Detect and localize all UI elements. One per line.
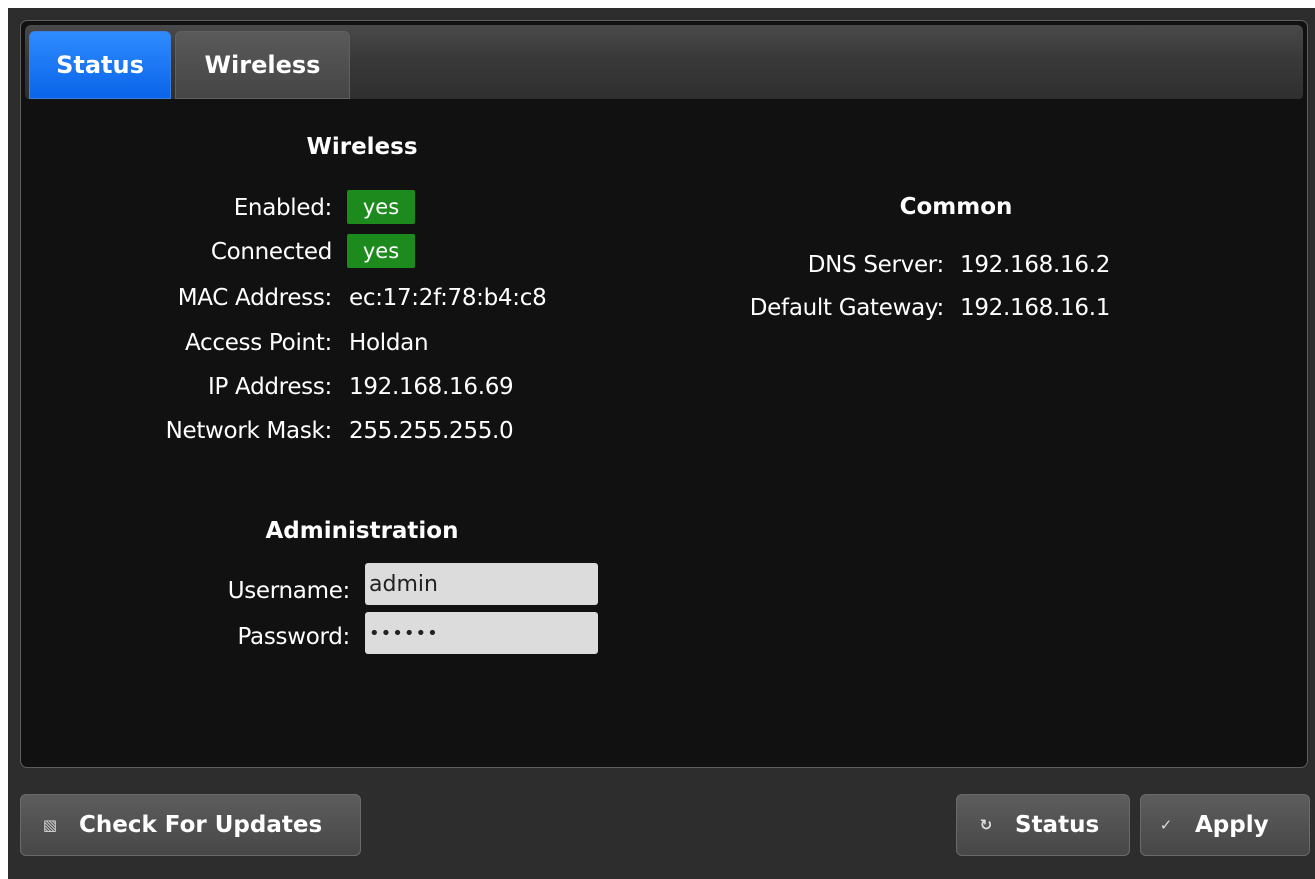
tab-wireless[interactable]: Wireless xyxy=(175,31,350,99)
dns-server-label: DNS Server: xyxy=(807,252,945,278)
common-section-title: Common xyxy=(899,194,1013,220)
administration-section-title: Administration xyxy=(265,518,459,544)
network-mask-value: 255.255.255.0 xyxy=(349,418,514,444)
access-point-label: Access Point: xyxy=(184,330,332,356)
enabled-label: Enabled: xyxy=(233,195,333,221)
apply-button-label: Apply xyxy=(1195,812,1269,838)
tab-bar: Status Wireless xyxy=(25,25,1303,99)
enabled-badge: yes xyxy=(347,190,415,224)
mac-address-value: ec:17:2f:78:b4:c8 xyxy=(349,285,547,311)
connected-label: Connected xyxy=(210,239,332,265)
checkmark-icon: ✓ xyxy=(1159,816,1173,834)
check-for-updates-button[interactable]: ▧ Check For Updates xyxy=(20,794,361,856)
connected-badge: yes xyxy=(347,234,415,268)
ip-address-label: IP Address: xyxy=(207,374,332,400)
wireless-section-title: Wireless xyxy=(306,134,418,160)
tab-status[interactable]: Status xyxy=(29,31,171,99)
ip-address-value: 192.168.16.69 xyxy=(349,374,514,400)
apply-button[interactable]: ✓ Apply xyxy=(1140,794,1310,856)
username-field[interactable]: admin xyxy=(365,563,598,605)
password-field[interactable]: •••••• xyxy=(365,612,598,654)
status-button[interactable]: ↻ Status xyxy=(956,794,1130,856)
default-gateway-label: Default Gateway: xyxy=(749,295,945,321)
dns-server-value: 192.168.16.2 xyxy=(960,252,1111,278)
password-label: Password: xyxy=(237,624,351,650)
settings-window: Status Wireless Wireless Enabled: yes Co… xyxy=(8,8,1315,879)
username-label: Username: xyxy=(227,578,351,604)
status-button-label: Status xyxy=(1015,812,1100,838)
disk-icon: ▧ xyxy=(42,816,58,834)
check-for-updates-label: Check For Updates xyxy=(79,812,323,838)
network-mask-label: Network Mask: xyxy=(165,418,333,444)
default-gateway-value: 192.168.16.1 xyxy=(960,295,1111,321)
refresh-icon: ↻ xyxy=(979,816,993,834)
mac-address-label: MAC Address: xyxy=(177,285,333,311)
access-point-value: Holdan xyxy=(349,330,429,356)
